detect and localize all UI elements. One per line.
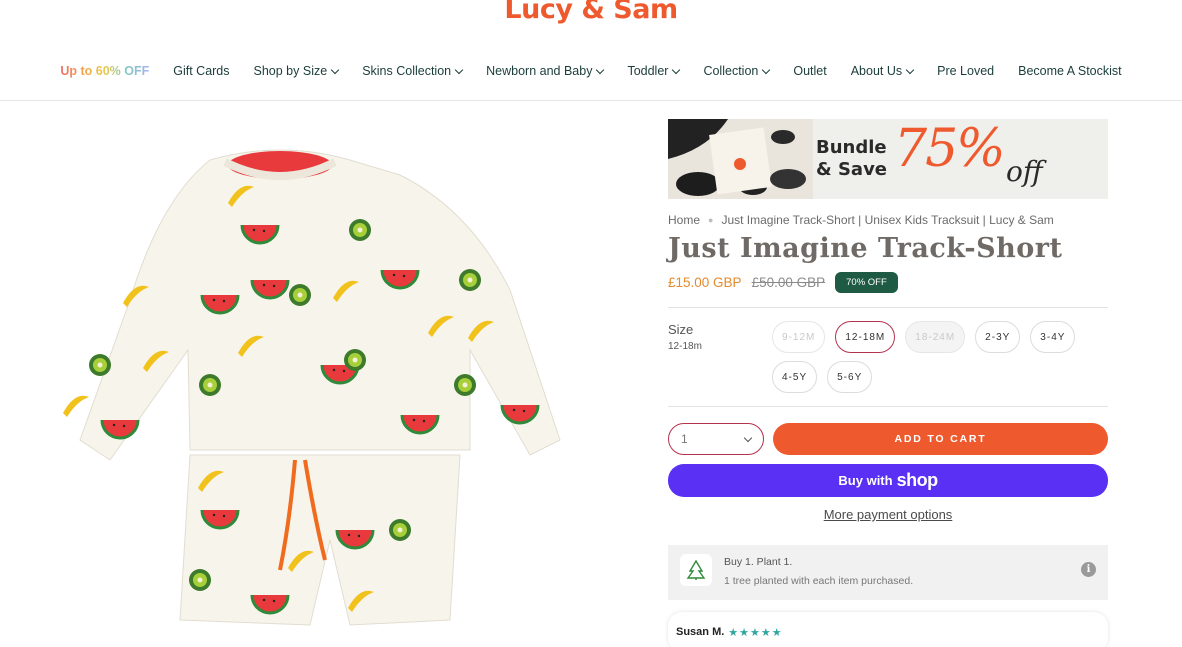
review-card: Susan M. ★★★★★ bbox=[668, 612, 1108, 647]
nav-item-pre-loved[interactable]: Pre Loved bbox=[937, 64, 994, 78]
breadcrumb-separator-icon: ● bbox=[708, 215, 714, 225]
size-selector: Size 12-18m 9-12M 12-18M 18-24M 2-3Y 3-4… bbox=[668, 308, 1108, 406]
star-rating-icon: ★★★★★ bbox=[728, 626, 783, 639]
size-label: Size bbox=[668, 322, 694, 337]
size-option-18-24m[interactable]: 18-24M bbox=[905, 321, 966, 353]
plant-subtitle: 1 tree planted with each item purchased. bbox=[724, 575, 914, 587]
nav-item-outlet[interactable]: Outlet bbox=[793, 64, 826, 78]
nav-item-shop-by-size[interactable]: Shop by Size bbox=[254, 64, 340, 78]
chevron-down-icon bbox=[762, 65, 771, 74]
quantity-value: 1 bbox=[681, 432, 688, 446]
product-title: Just Imagine Track-Short bbox=[668, 233, 1063, 264]
add-to-cart-button[interactable]: ADD TO CART bbox=[773, 423, 1108, 455]
banner-text: Bundle & Save bbox=[816, 137, 888, 180]
chevron-down-icon bbox=[905, 65, 915, 74]
bundle-save-banner[interactable]: Bundle & Save 75% off bbox=[668, 119, 1108, 199]
product-info: Bundle & Save 75% off Home ● Just Imagin… bbox=[668, 119, 1108, 647]
header-divider bbox=[0, 100, 1182, 101]
breadcrumb: Home ● Just Imagine Track-Short | Unisex… bbox=[668, 213, 1108, 227]
breadcrumb-home[interactable]: Home bbox=[668, 213, 700, 227]
tracksuit-illustration bbox=[63, 149, 561, 626]
compare-price: £50.00 GBP bbox=[751, 275, 826, 290]
size-option-12-18m[interactable]: 12-18M bbox=[835, 321, 896, 353]
quantity-select[interactable]: 1 bbox=[668, 423, 764, 455]
size-option-4-5y[interactable]: 4-5Y bbox=[772, 361, 818, 393]
discount-badge: 70% OFF bbox=[835, 272, 898, 293]
size-option-2-3y[interactable]: 2-3Y bbox=[975, 321, 1021, 353]
nav-item-toddler[interactable]: Toddler bbox=[627, 64, 681, 78]
size-option-5-6y[interactable]: 5-6Y bbox=[827, 361, 873, 393]
nav-item-gift-cards[interactable]: Gift Cards bbox=[173, 64, 229, 78]
sale-price: £15.00 GBP bbox=[668, 275, 742, 290]
size-option-3-4y[interactable]: 3-4Y bbox=[1030, 321, 1076, 353]
chevron-down-icon bbox=[454, 65, 464, 74]
plant-title: Buy 1. Plant 1. bbox=[724, 556, 793, 568]
nav-item-about-us[interactable]: About Us bbox=[851, 64, 915, 78]
chevron-down-icon bbox=[596, 65, 605, 74]
tree-icon bbox=[680, 554, 712, 586]
breadcrumb-current: Just Imagine Track-Short | Unisex Kids T… bbox=[721, 213, 1054, 227]
reviewer-name: Susan M. bbox=[676, 626, 725, 638]
banner-off: off bbox=[1006, 155, 1043, 188]
size-selected-value: 12-18m bbox=[668, 341, 702, 352]
chevron-down-icon bbox=[743, 433, 753, 442]
buy-with-label: Buy with bbox=[838, 473, 893, 488]
nav-item-sale[interactable]: Up to 60% OFF bbox=[60, 64, 149, 78]
info-icon[interactable]: i bbox=[1081, 562, 1096, 577]
bundle-banner-image bbox=[668, 119, 813, 199]
more-payment-options-link[interactable]: More payment options bbox=[668, 507, 1108, 522]
buy-with-shop-button[interactable]: Buy with shop bbox=[668, 464, 1108, 497]
nav-item-collection[interactable]: Collection bbox=[703, 64, 771, 78]
nav-item-newborn-baby[interactable]: Newborn and Baby bbox=[486, 64, 605, 78]
buy-one-plant-one: Buy 1. Plant 1. 1 tree planted with each… bbox=[668, 545, 1108, 600]
banner-percent: 75% bbox=[894, 119, 1006, 179]
shop-logo: shop bbox=[896, 470, 939, 490]
nav-item-skins-collection[interactable]: Skins Collection bbox=[362, 64, 464, 78]
chevron-down-icon bbox=[672, 65, 681, 74]
divider bbox=[668, 406, 1108, 407]
size-options: 9-12M 12-18M 18-24M 2-3Y 3-4Y 4-5Y 5-6Y bbox=[772, 321, 1102, 393]
nav-item-become-stockist[interactable]: Become A Stockist bbox=[1018, 64, 1122, 78]
price-row: £15.00 GBP £50.00 GBP 70% OFF bbox=[668, 272, 1108, 293]
brand-logo[interactable]: Lucy & Sam bbox=[0, 0, 1182, 25]
chevron-down-icon bbox=[330, 65, 340, 74]
main-nav: Up to 60% OFF Gift Cards Shop by Size Sk… bbox=[0, 64, 1182, 78]
size-option-9-12m[interactable]: 9-12M bbox=[772, 321, 826, 353]
product-image[interactable] bbox=[40, 120, 580, 647]
cart-row: 1 ADD TO CART bbox=[668, 423, 1108, 455]
